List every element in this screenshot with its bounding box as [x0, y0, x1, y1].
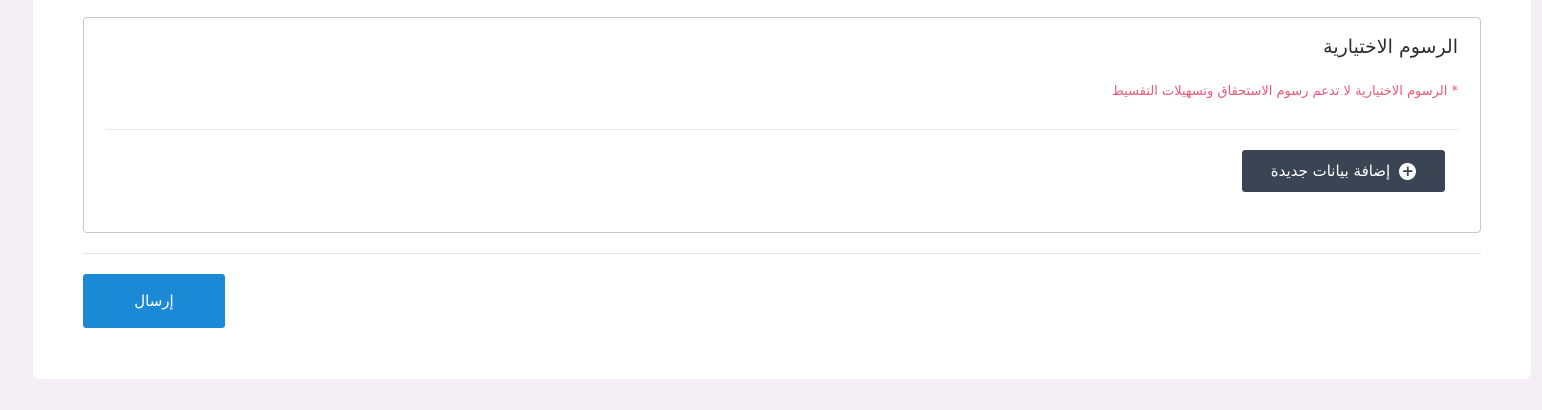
panel-title: الرسوم الاختيارية	[1323, 36, 1458, 58]
form-card: الرسوم الاختيارية * الرسوم الاختيارية لا…	[33, 0, 1531, 379]
optional-fees-panel: الرسوم الاختيارية * الرسوم الاختيارية لا…	[83, 17, 1481, 233]
section-divider	[83, 253, 1481, 254]
submit-button[interactable]: إرسال	[83, 274, 225, 328]
add-new-data-button[interactable]: + إضافة بيانات جديدة	[1242, 150, 1445, 192]
plus-circle-icon: +	[1399, 162, 1417, 180]
panel-divider	[106, 129, 1458, 130]
fees-note: * الرسوم الاختيارية لا تدعم رسوم الاستحق…	[1111, 84, 1458, 99]
add-button-label: إضافة بيانات جديدة	[1270, 162, 1391, 180]
